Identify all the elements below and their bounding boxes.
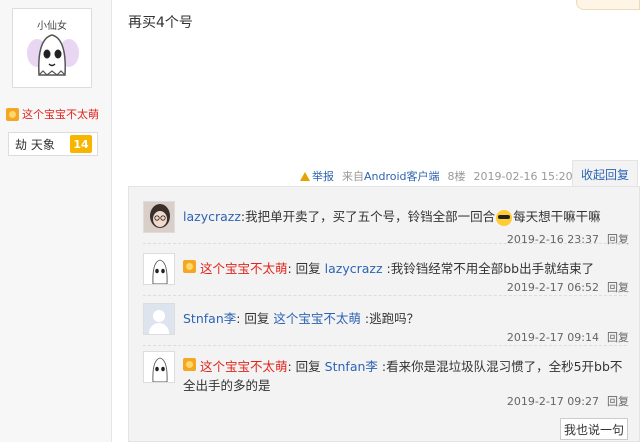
ghost-avatar-small [152,259,168,284]
report-label: 举报 [312,170,334,183]
reply-author-link[interactable]: lazycrazz [183,209,241,224]
reply-text: 这个宝宝不太萌: 回复 lazycrazz :我铃铛经常不用全部bb出手就结束了 [183,259,623,278]
reply-message: :我把单开卖了，买了五个号，铃铛全部一回合 [240,209,496,224]
level-name: 劫 天象 [15,137,55,152]
reply-timestamp: 2019-2-17 09:14 回复 [507,329,629,345]
reply-timestamp: 2019-2-17 09:27 回复 [507,393,629,409]
source-text: 来自Android客户端 [342,170,440,183]
reply-time: 2019-2-17 06:52 [506,281,599,294]
reply-author-link[interactable]: Stnfan李 [183,311,236,326]
report-link[interactable]: 举报 [300,168,334,184]
top-right-decoration [576,0,640,10]
say-something-button[interactable]: 我也说一句 [560,418,628,440]
author-avatar[interactable]: 小仙女 [12,8,92,88]
level-number-badge: 14 [70,135,92,153]
reply-text: 这个宝宝不太萌: 回复 Stnfan李 :看来你是混垃圾队混习惯了，全秒5开bb… [183,357,623,395]
reply-divider [143,345,627,346]
sunglasses-emoji-icon [496,209,513,226]
source-link[interactable]: Android客户端 [364,170,440,183]
author-username[interactable]: 这个宝宝不太萌 [6,106,99,122]
reply-link[interactable]: 回复 [607,233,629,246]
reply-message: :逃跑吗？ [360,311,420,326]
reply-divider [143,243,627,244]
reply-message: :我铃铛经常不用全部bb出手就结束了 [382,261,595,276]
reply-time: 2019-2-17 09:27 [506,395,599,408]
collapse-replies-button[interactable]: 收起回复 [572,160,638,188]
post-content: 再买4个号 [128,15,193,31]
reply-prefix: : 回复 [236,311,274,326]
reply-timestamp: 2019-2-16 23:37 回复 [507,231,629,247]
reply-target-link[interactable]: Stnfan李 [325,359,378,374]
reply-avatar[interactable] [143,201,175,233]
reply-target-link[interactable]: lazycrazz [325,261,383,276]
reply-text: Stnfan李: 回复 这个宝宝不太萌 :逃跑吗？ [183,309,623,328]
reply-prefix: : 回复 [287,359,325,374]
reply-author-link[interactable]: 这个宝宝不太萌 [200,261,288,276]
reply-time: 2019-2-17 09:14 [506,331,599,344]
reply-prefix: : 回复 [287,261,325,276]
girl-avatar-image [144,202,174,232]
vip-icon [6,107,19,121]
reply-text: lazycrazz:我把单开卖了，买了五个号，铃铛全部一回合 每天想干嘛干嘛 [183,207,623,226]
vip-icon [183,260,196,273]
reply-author-link[interactable]: 这个宝宝不太萌 [200,359,288,374]
reply-avatar[interactable] [143,253,175,285]
warning-icon [300,171,310,181]
vip-icon [183,358,196,371]
reply-link[interactable]: 回复 [607,281,629,294]
level-badge-box[interactable]: 劫 天象 14 [8,132,98,156]
author-username-text: 这个宝宝不太萌 [22,108,99,121]
reply-avatar[interactable] [143,351,175,383]
reply-link[interactable]: 回复 [607,331,629,344]
reply-time: 2019-2-16 23:37 [506,233,599,246]
reply-list: lazycrazz:我把单开卖了，买了五个号，铃铛全部一回合 每天想干嘛干嘛 20… [128,186,640,442]
reply-avatar[interactable] [143,303,175,335]
floor-number: 8楼 [447,170,466,183]
ghost-avatar-small [152,357,168,382]
author-sidebar: 小仙女 这个宝宝不太萌 劫 天象 14 [0,0,112,442]
reply-target-link[interactable]: 这个宝宝不太萌 [273,311,361,326]
post-time: 2019-02-16 15:20 [473,169,573,183]
ghost-avatar-image [27,34,79,76]
reply-message-end: 每天想干嘛干嘛 [513,209,601,224]
reply-timestamp: 2019-2-17 06:52 回复 [507,279,629,295]
reply-link[interactable]: 回复 [607,395,629,408]
reply-divider [143,295,627,296]
